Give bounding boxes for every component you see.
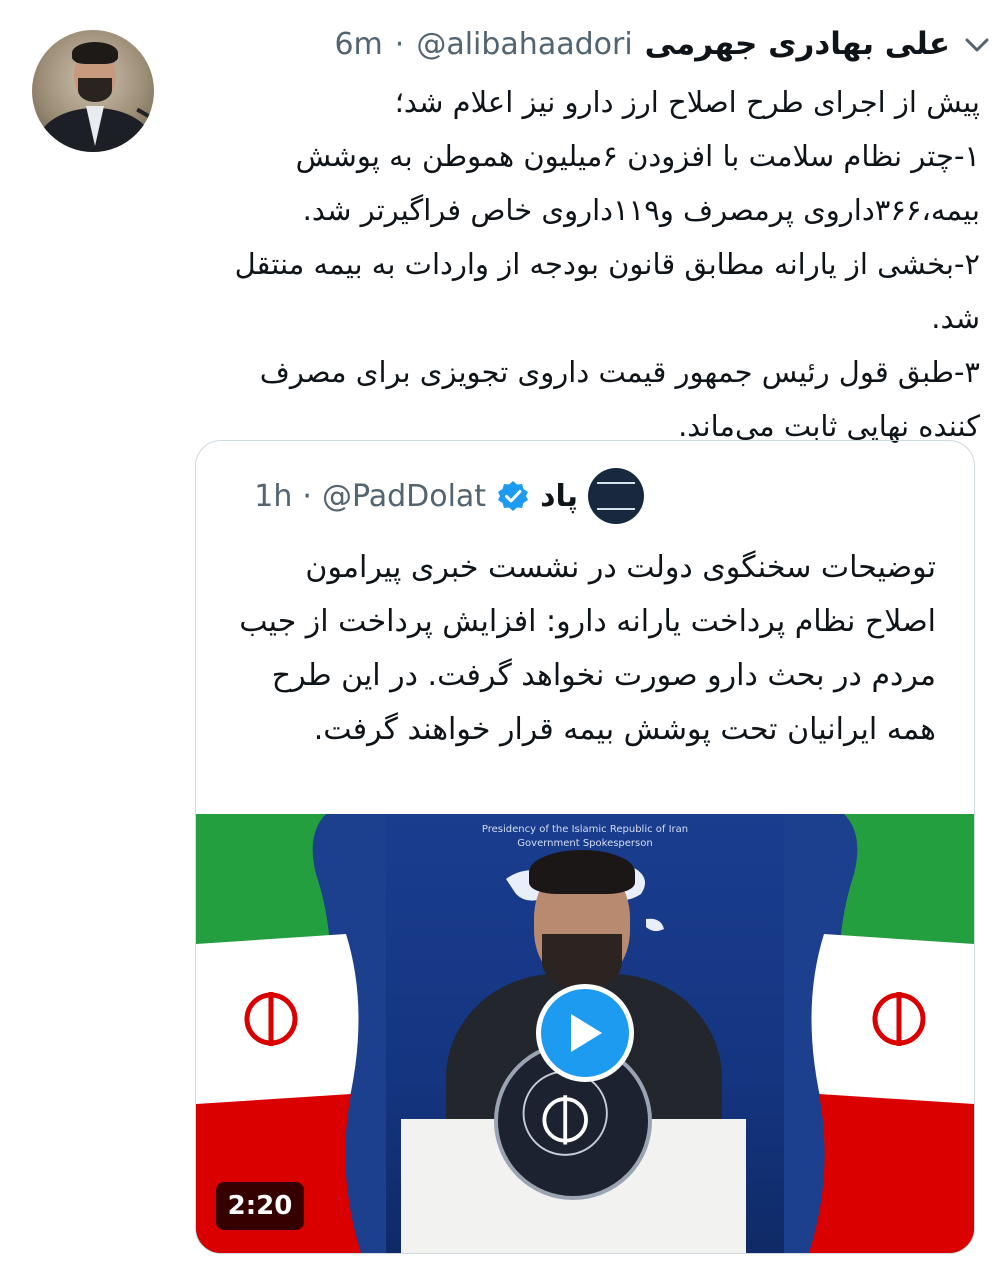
author-handle[interactable]: @alibahaadori: [416, 27, 632, 62]
quoted-avatar[interactable]: [588, 468, 644, 524]
chevron-down-icon[interactable]: [962, 30, 992, 60]
quoted-header: پاد @PadDolat · 1h: [254, 466, 644, 526]
tweet-time[interactable]: 6m: [334, 27, 382, 62]
quoted-text: توضیحات سخنگوی دولت در نشست خبری پیرامون…: [239, 550, 936, 747]
separator-dot: ·: [394, 26, 405, 62]
verified-badge-icon: [498, 481, 529, 511]
tweet-header: علی بهادری جهرمی @alibahaadori · 6m: [334, 22, 950, 66]
speaker-hair: [529, 850, 635, 894]
tweet-line: ۱-چتر نظام سلامت با افزودن ۶میلیون هموطن…: [295, 139, 980, 227]
video-duration: 2:20: [216, 1182, 304, 1230]
quoted-handle[interactable]: @PadDolat: [322, 479, 486, 514]
tweet-line: ۳-طبق قول رئیس جمهور قیمت داروی تجویزی ب…: [259, 355, 980, 443]
tweet-line: پیش از اجرای طرح اصلاح ارز دارو نیز اعلا…: [394, 85, 980, 119]
quoted-tweet[interactable]: پاد @PadDolat · 1h توضیحات سخنگوی دولت د…: [195, 440, 975, 1254]
quoted-author-name[interactable]: پاد: [540, 479, 578, 514]
avatar[interactable]: [32, 30, 154, 152]
play-button[interactable]: [536, 984, 634, 1082]
tweet-text: پیش از اجرای طرح اصلاح ارز دارو نیز اعلا…: [200, 75, 980, 453]
avatar-mic: [136, 107, 154, 121]
speaker-beard: [542, 934, 622, 990]
avatar-beard: [78, 78, 112, 102]
video-player[interactable]: Presidency of the Islamic Republic of Ir…: [196, 814, 974, 1253]
avatar-hair: [72, 42, 118, 64]
play-icon: [571, 1014, 602, 1052]
quoted-separator: ·: [302, 478, 312, 514]
iran-flag-right: [784, 814, 974, 1253]
quoted-time[interactable]: 1h: [254, 479, 292, 514]
quoted-avatar-logo: [597, 482, 635, 510]
author-name[interactable]: علی بهادری جهرمی: [645, 26, 950, 62]
tweet-line: ۲-بخشی از یارانه مطابق قانون بودجه از وا…: [234, 247, 980, 335]
